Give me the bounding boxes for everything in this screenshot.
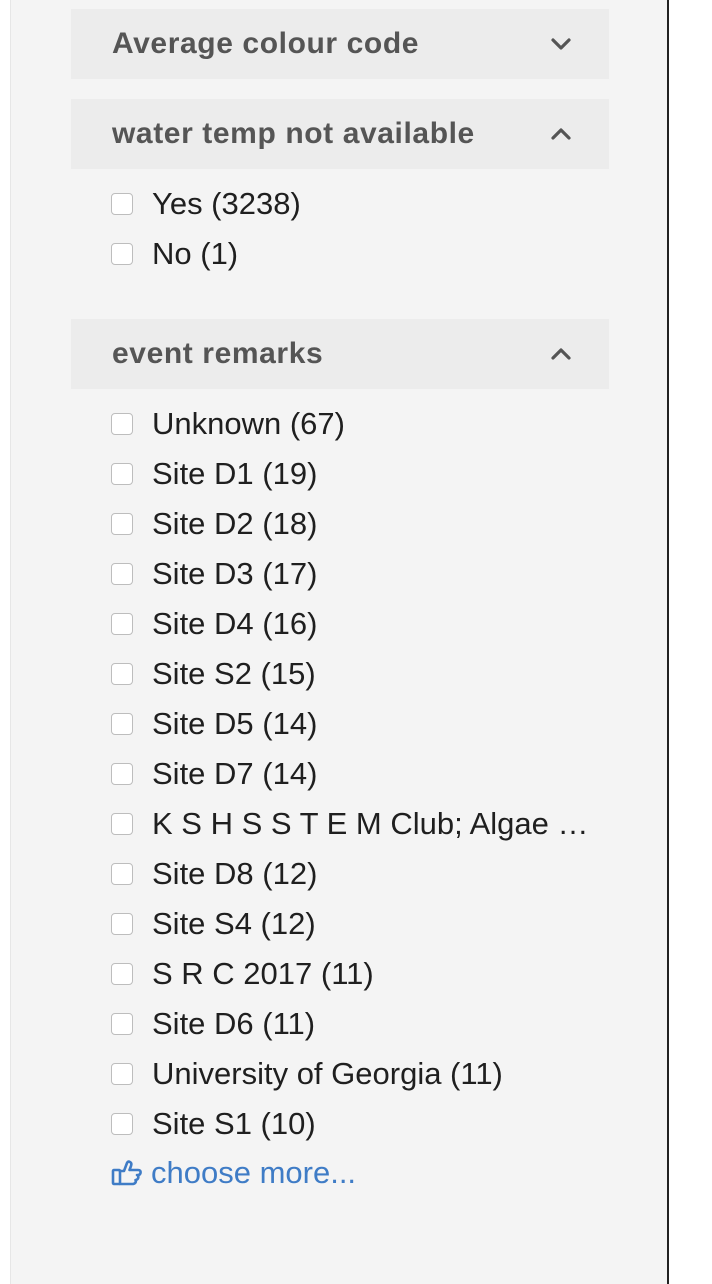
facet-option-label: Site S2 (15) [152,656,316,691]
facet-title: event remarks [112,337,324,370]
facet-option-label: Site D1 (19) [152,456,318,491]
facet-option[interactable]: Site D8 (12) [71,856,609,906]
checkbox[interactable] [111,1063,133,1085]
facet-option-label: Site D4 (16) [152,606,318,641]
chevron-down-icon[interactable] [549,33,573,55]
facet-header-water-temp-not-available[interactable]: water temp not available [71,99,609,169]
facet-average-colour-code: Average colour code [71,9,609,79]
choose-more-label: choose more... [151,1155,357,1190]
facet-option[interactable]: Site D1 (19) [71,456,609,506]
facet-title: water temp not available [112,117,475,150]
checkbox[interactable] [111,513,133,535]
facet-option[interactable]: Site S4 (12) [71,906,609,956]
facet-option-label: K S H S S T E M Club; Algae … [152,806,589,841]
facet-option-label: Unknown (67) [152,406,345,441]
facet-option[interactable]: University of Georgia (11) [71,1056,609,1106]
chevron-up-icon[interactable] [549,123,573,145]
facet-option[interactable]: Site S2 (15) [71,656,609,706]
thumbs-up-hand-icon [111,1159,143,1187]
facet-option[interactable]: Site D3 (17) [71,556,609,606]
facet-option[interactable]: Site S1 (10) [71,1106,609,1156]
facet-option[interactable]: No (1) [71,236,609,286]
checkbox[interactable] [111,413,133,435]
facet-option[interactable]: Site D6 (11) [71,1006,609,1056]
checkbox[interactable] [111,193,133,215]
facet-option[interactable]: Site D4 (16) [71,606,609,656]
facet-option-label: S R C 2017 (11) [152,956,374,991]
facet-header-average-colour-code[interactable]: Average colour code [71,9,609,79]
facet-water-temp-not-available: water temp not available Yes (3238) No (… [71,99,609,286]
facet-option[interactable]: K S H S S T E M Club; Algae … [71,806,609,856]
facet-option-label: Site D3 (17) [152,556,318,591]
chevron-up-icon[interactable] [549,343,573,365]
checkbox[interactable] [111,243,133,265]
facet-option-label: Site S4 (12) [152,906,316,941]
checkbox[interactable] [111,963,133,985]
checkbox[interactable] [111,613,133,635]
facet-option-label: Site D7 (14) [152,756,318,791]
facet-sidebar: Average colour code water temp not avail… [10,0,669,1284]
facet-option-label: University of Georgia (11) [152,1056,503,1091]
facet-option[interactable]: Site D7 (14) [71,756,609,806]
checkbox[interactable] [111,663,133,685]
checkbox[interactable] [111,913,133,935]
facet-event-remarks: event remarks Unknown (67) Site D1 (19) … [71,319,609,1190]
facet-option[interactable]: Site D2 (18) [71,506,609,556]
checkbox[interactable] [111,1013,133,1035]
checkbox[interactable] [111,863,133,885]
checkbox[interactable] [111,713,133,735]
checkbox[interactable] [111,563,133,585]
facet-options-list: Unknown (67) Site D1 (19) Site D2 (18) S… [71,406,609,1156]
facet-header-event-remarks[interactable]: event remarks [71,319,609,389]
facet-title: Average colour code [112,27,420,60]
facet-option-label: Site D2 (18) [152,506,318,541]
facet-option-label: Site D5 (14) [152,706,318,741]
facet-option-label: No (1) [152,236,239,271]
facet-option[interactable]: Unknown (67) [71,406,609,456]
facet-option-label: Site S1 (10) [152,1106,316,1141]
checkbox[interactable] [111,813,133,835]
checkbox[interactable] [111,1113,133,1135]
facet-options-list: Yes (3238) No (1) [71,186,609,286]
facet-option-label: Site D6 (11) [152,1006,316,1041]
checkbox[interactable] [111,463,133,485]
facet-option-label: Site D8 (12) [152,856,318,891]
facet-option[interactable]: Yes (3238) [71,186,609,236]
facet-option[interactable]: S R C 2017 (11) [71,956,609,1006]
facet-option-label: Yes (3238) [152,186,301,221]
facet-option[interactable]: Site D5 (14) [71,706,609,756]
checkbox[interactable] [111,763,133,785]
